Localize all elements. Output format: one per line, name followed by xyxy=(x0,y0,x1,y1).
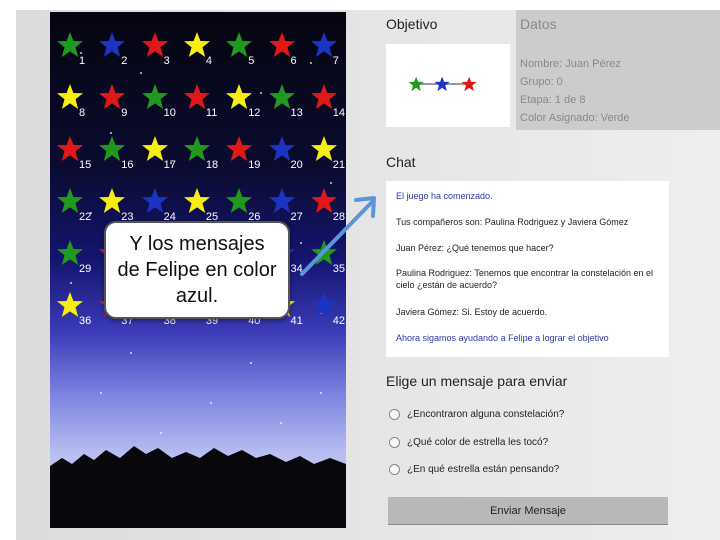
message-option-label: ¿En qué estrella están pensando? xyxy=(407,463,560,475)
send-message-button[interactable]: Enviar Mensaje xyxy=(388,497,668,525)
objetivo-heading: Objetivo xyxy=(386,16,438,32)
star-number: 19 xyxy=(248,159,261,171)
star-number: 34 xyxy=(290,263,303,275)
chat-message: Ahora sigamos ayudando a Felipe a lograr… xyxy=(396,333,609,343)
background-twinkle xyxy=(140,72,142,74)
star-number: 2 xyxy=(121,55,128,67)
send-heading: Elige un mensaje para enviar xyxy=(386,373,568,389)
star-number: 27 xyxy=(290,211,303,223)
datos-panel: Datos Nombre: Juan Pérez Grupo: 0 Etapa:… xyxy=(516,10,720,130)
chat-message: El juego ha comenzado. xyxy=(396,191,493,201)
message-option-2[interactable]: ¿Qué color de estrella les tocó? xyxy=(389,434,548,450)
message-option-label: ¿Encontraron alguna constelación? xyxy=(407,408,565,420)
chat-message: Javiera Gómez: Si. Estoy de acuerdo. xyxy=(396,307,548,317)
star-number: 42 xyxy=(332,315,346,327)
datos-etapa: Etapa: 1 de 8 xyxy=(520,94,586,106)
star-number: 9 xyxy=(121,107,128,119)
background-twinkle xyxy=(310,62,312,64)
background-twinkle xyxy=(100,392,102,394)
star-number: 28 xyxy=(332,211,346,223)
message-option-3[interactable]: ¿En qué estrella están pensando? xyxy=(389,461,559,477)
chat-log[interactable]: El juego ha comenzado. Tus compañeros so… xyxy=(386,181,669,357)
star-number: 16 xyxy=(121,159,134,171)
chat-heading: Chat xyxy=(386,154,416,170)
radio-button[interactable] xyxy=(389,436,400,448)
star-number: 4 xyxy=(205,55,213,67)
constellation-preview xyxy=(408,76,477,92)
background-twinkle xyxy=(160,432,162,434)
annotation-callout: Y los mensajes de Felipe en color azul. xyxy=(104,221,290,319)
radio-button[interactable] xyxy=(389,463,400,475)
background-twinkle xyxy=(330,182,332,184)
background-twinkle xyxy=(130,352,132,354)
chat-message: Juan Pérez: ¿Qué tenemos que hacer? xyxy=(396,243,554,253)
chat-message: Paulina Rodriguez: Tenemos que encontrar… xyxy=(396,268,653,290)
datos-heading: Datos xyxy=(520,16,557,32)
message-option-1[interactable]: ¿Encontraron alguna constelación? xyxy=(389,406,564,422)
star-number: 11 xyxy=(205,107,218,119)
star-number: 8 xyxy=(79,107,86,119)
background-twinkle xyxy=(280,422,282,424)
star-number: 17 xyxy=(163,159,176,171)
mountain-silhouette xyxy=(50,446,346,528)
star-number: 22 xyxy=(79,211,92,223)
star-number: 35 xyxy=(332,263,346,275)
message-option-label: ¿Qué color de estrella les tocó? xyxy=(407,436,549,448)
star-number: 21 xyxy=(332,159,346,171)
star-number: 13 xyxy=(290,107,303,119)
star-number: 15 xyxy=(79,159,92,171)
background-twinkle xyxy=(210,402,212,404)
star-number: 1 xyxy=(79,55,86,67)
star-number: 36 xyxy=(79,315,92,327)
star-number: 5 xyxy=(248,55,255,67)
radio-button[interactable] xyxy=(389,408,400,420)
star-number: 18 xyxy=(205,159,219,171)
background-twinkle xyxy=(70,282,72,284)
background-twinkle xyxy=(110,132,112,134)
star-number: 6 xyxy=(290,55,297,67)
star-number: 7 xyxy=(332,55,339,67)
star-number: 10 xyxy=(163,107,176,119)
star-number: 20 xyxy=(290,159,303,171)
callout-text: Y los mensajes de Felipe en color azul. xyxy=(117,233,277,307)
objetivo-panel xyxy=(386,44,510,127)
datos-color: Color Asignado: Verde xyxy=(520,112,630,124)
datos-nombre: Nombre: Juan Pérez xyxy=(520,58,621,70)
star-number: 29 xyxy=(79,263,92,275)
star-number: 12 xyxy=(248,107,261,119)
chat-message: Tus compañeros son: Paulina Rodriguez y … xyxy=(396,217,629,227)
background-twinkle xyxy=(250,362,252,364)
star-number: 3 xyxy=(163,55,170,67)
background-twinkle xyxy=(320,392,322,394)
background-twinkle xyxy=(300,242,302,244)
star-number: 41 xyxy=(290,315,303,327)
datos-grupo: Grupo: 0 xyxy=(520,76,563,88)
star-number: 14 xyxy=(332,107,346,119)
background-twinkle xyxy=(260,92,262,94)
